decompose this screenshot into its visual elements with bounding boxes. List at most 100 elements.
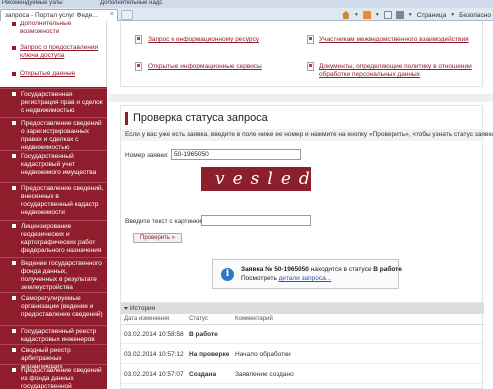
request-details-link[interactable]: детали запроса... bbox=[279, 275, 332, 282]
bullet-icon bbox=[12, 72, 16, 76]
column-status: Статус bbox=[189, 316, 208, 322]
link-personal-data-policy[interactable]: Документы, определяющие политику в отнош… bbox=[319, 63, 479, 79]
status-check-section: Проверка статуса запроса Если у вас уже … bbox=[120, 105, 493, 303]
sidebar-item-state-fund[interactable]: Предоставление сведений из фонда данных … bbox=[0, 364, 107, 389]
row-status: Создана bbox=[189, 371, 217, 378]
notice-link-prefix: Посмотреть bbox=[241, 275, 279, 282]
print-icon[interactable] bbox=[395, 11, 404, 19]
history-header[interactable]: История bbox=[121, 303, 484, 314]
row-date: 03.02.2014 10:58:58 bbox=[124, 331, 184, 338]
bullet-icon bbox=[12, 329, 16, 333]
row-status: На проверке bbox=[189, 351, 230, 358]
command-bar: ▼ ▼ ▼ Страница ▼ Безопасно bbox=[341, 9, 493, 21]
safety-menu[interactable]: Безопасно bbox=[459, 12, 491, 19]
bullet-icon bbox=[12, 46, 16, 50]
sidebar-item-label: Ведение государственного фонда данных, п… bbox=[21, 260, 102, 291]
sidebar-extra-links: Дополнительные возможности Запрос о пред… bbox=[0, 21, 107, 87]
active-tab[interactable]: запроса - Портал услуг Феде... × bbox=[0, 9, 118, 21]
document-icon bbox=[135, 62, 142, 71]
browser-chrome: Рекомендуемые узлы Дополнительные надс з… bbox=[0, 0, 493, 21]
request-number-input[interactable] bbox=[171, 149, 301, 160]
table-row: 03.02.2014 10:57:07 Создана Заявление со… bbox=[121, 365, 484, 384]
collapse-arrow-icon[interactable] bbox=[124, 307, 128, 310]
notice-request-number: Заявка № 50-1965050 bbox=[241, 266, 309, 273]
sidebar-item-licensing[interactable]: Лицензирование геодезических и картограф… bbox=[0, 220, 107, 256]
link-interagency[interactable]: Участникам межведомственного взаимодейст… bbox=[319, 36, 479, 44]
notice-details-line: Посмотреть детали запроса... bbox=[241, 275, 331, 283]
favorite-addons[interactable]: Дополнительные надс bbox=[100, 0, 162, 6]
captcha-label: Введите текст с картинки: bbox=[125, 218, 204, 225]
sidebar-item-sro[interactable]: Саморегулируемые организации (ведение и … bbox=[0, 292, 107, 324]
notice-middle-text: находится в статусе bbox=[308, 266, 374, 273]
sidebar-item-label: Государственная регистрация прав и сдело… bbox=[21, 91, 103, 114]
sidebar-link-access-key[interactable]: Запрос о предоставлении ключа доступа bbox=[20, 44, 100, 60]
document-icon bbox=[307, 35, 314, 44]
sidebar-link-open-data[interactable]: Открытые данные bbox=[20, 70, 100, 78]
bullet-icon bbox=[12, 121, 16, 125]
row-date: 03.02.2014 10:57:12 bbox=[124, 351, 184, 358]
history-section: История Дата изменения Статус Комментари… bbox=[120, 303, 484, 389]
check-button[interactable]: Проверить » bbox=[133, 233, 183, 243]
sidebar-item-label: Предоставление сведений из фонда данных … bbox=[21, 367, 102, 389]
sidebar-item-registration[interactable]: Государственная регистрация прав и сдело… bbox=[0, 88, 107, 116]
link-open-services[interactable]: Открытые информационные сервисы bbox=[148, 63, 262, 71]
sidebar-item-cadastral-registration[interactable]: Государственный кадастровый учет недвижи… bbox=[0, 150, 107, 181]
sidebar-item-label: Государственный кадастровый учет недвижи… bbox=[21, 153, 97, 176]
history-column-headers: Дата изменения Статус Комментарий bbox=[121, 314, 484, 325]
status-description: Если у вас уже есть заявка, введите в по… bbox=[121, 129, 493, 141]
bullet-icon bbox=[12, 154, 16, 158]
info-icon: i bbox=[221, 268, 234, 281]
sidebar-item-label: Предоставление сведений о зарегистрирова… bbox=[21, 120, 102, 151]
captcha-text: vesled bbox=[215, 169, 311, 189]
favorite-recommended[interactable]: Рекомендуемые узлы bbox=[2, 0, 63, 6]
captcha-input[interactable] bbox=[201, 215, 311, 226]
table-row: 03.02.2014 10:58:58 В работе bbox=[121, 325, 484, 344]
row-comment: Начало обработки bbox=[235, 351, 291, 358]
main-content: Запрос к информационному ресурсу Открыты… bbox=[108, 21, 493, 389]
row-status: В работе bbox=[189, 331, 218, 338]
notice-status-line: Заявка № 50-1965050 находится в статусе … bbox=[241, 266, 402, 274]
notice-status: В работе bbox=[373, 266, 402, 273]
column-comment: Комментарий bbox=[235, 316, 273, 322]
title-accent bbox=[125, 112, 128, 125]
bullet-icon bbox=[12, 348, 16, 352]
sidebar: Дополнительные возможности Запрос о пред… bbox=[0, 21, 107, 389]
document-icon bbox=[135, 35, 142, 44]
sidebar-item-land-fund[interactable]: Ведение государственного фонда данных, п… bbox=[0, 257, 107, 291]
rss-feed-icon[interactable] bbox=[362, 11, 371, 19]
sidebar-item-cadastre-info[interactable]: Предоставление сведений, внесенных в гос… bbox=[0, 182, 107, 219]
sidebar-link-extras[interactable]: Дополнительные возможности bbox=[20, 21, 100, 36]
page-title: Проверка статуса запроса bbox=[133, 112, 268, 124]
sidebar-item-rights-info[interactable]: Предоставление сведений о зарегистрирова… bbox=[0, 117, 107, 151]
new-tab-button[interactable] bbox=[121, 10, 133, 20]
document-icon bbox=[307, 62, 314, 71]
bullet-icon bbox=[12, 186, 16, 190]
chevron-down-icon[interactable]: ▼ bbox=[354, 12, 359, 18]
sidebar-item-label: Лицензирование геодезических и картограф… bbox=[21, 223, 102, 254]
section-divider bbox=[108, 94, 493, 102]
tab-title: запроса - Портал услуг Феде... bbox=[5, 12, 98, 19]
link-info-resource-request[interactable]: Запрос к информационному ресурсу bbox=[148, 36, 259, 44]
mail-icon[interactable] bbox=[383, 11, 392, 19]
bullet-icon bbox=[12, 224, 16, 228]
chevron-down-icon[interactable]: ▼ bbox=[450, 12, 455, 18]
chevron-down-icon[interactable]: ▼ bbox=[408, 12, 413, 18]
sidebar-item-cadastral-engineers[interactable]: Государственный реестр кадастровых инжен… bbox=[0, 325, 107, 343]
status-notice: i Заявка № 50-1965050 находится в статус… bbox=[212, 259, 402, 289]
bullet-icon bbox=[12, 92, 16, 96]
captcha-image: vesled bbox=[201, 167, 311, 191]
resource-links-panel: Запрос к информационному ресурсу Открыты… bbox=[120, 21, 483, 87]
close-icon[interactable]: × bbox=[110, 11, 114, 18]
chevron-down-icon[interactable]: ▼ bbox=[375, 12, 380, 18]
column-date: Дата изменения bbox=[124, 316, 170, 322]
sidebar-item-label: Государственный реестр кадастровых инжен… bbox=[21, 328, 97, 343]
bullet-icon bbox=[12, 22, 16, 26]
bullet-icon bbox=[12, 261, 16, 265]
row-comment: Заявление создано bbox=[235, 371, 294, 378]
sidebar-item-label: Предоставление сведений, внесенных в гос… bbox=[21, 185, 104, 216]
page-menu[interactable]: Страница bbox=[417, 12, 446, 19]
home-icon[interactable] bbox=[341, 11, 350, 19]
history-title: История bbox=[130, 305, 156, 312]
table-row: 03.02.2014 10:57:12 На проверке Начало о… bbox=[121, 345, 484, 364]
sidebar-item-arbitration-managers[interactable]: Сводный реестр арбитражных управляющих bbox=[0, 344, 107, 370]
